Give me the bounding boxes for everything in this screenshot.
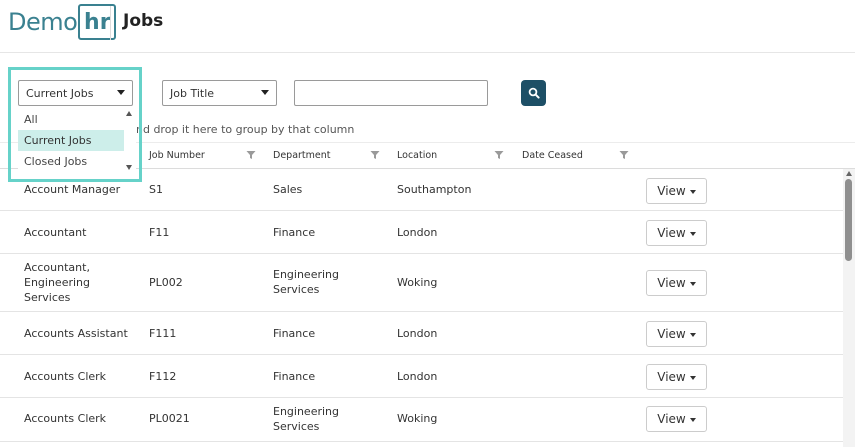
cell-department: Finance bbox=[273, 327, 316, 340]
cell-job-title: Accountant, Engineering Services bbox=[24, 261, 90, 304]
search-input[interactable] bbox=[294, 80, 488, 106]
filter-icon[interactable] bbox=[370, 150, 380, 160]
search-icon bbox=[528, 87, 540, 99]
group-by-hint: nd drop it here to group by that column bbox=[136, 123, 355, 136]
cell-department: Engineering Services bbox=[273, 268, 339, 296]
cell-job-title: Accounts Assistant bbox=[24, 327, 128, 340]
cell-job-number: F111 bbox=[149, 327, 177, 340]
caret-down-icon bbox=[689, 375, 696, 380]
view-button[interactable]: View bbox=[646, 406, 707, 432]
cell-location: London bbox=[397, 370, 438, 383]
page-title: Jobs bbox=[123, 11, 164, 31]
caret-down-icon bbox=[261, 90, 269, 95]
column-header-location[interactable]: Location bbox=[397, 150, 437, 161]
cell-department: Engineering Services bbox=[273, 405, 339, 433]
view-button[interactable]: View bbox=[646, 178, 707, 204]
view-button[interactable]: View bbox=[646, 321, 707, 347]
caret-down-icon bbox=[689, 231, 696, 236]
scroll-up-arrow-icon[interactable] bbox=[126, 111, 132, 116]
cell-job-title: Account Manager bbox=[24, 183, 121, 196]
caret-down-icon bbox=[689, 417, 696, 422]
filter-icon[interactable] bbox=[619, 150, 629, 160]
cell-location: Southampton bbox=[397, 183, 472, 196]
column-header-job-number[interactable]: Job Number bbox=[149, 150, 205, 161]
caret-down-icon bbox=[689, 332, 696, 337]
view-button[interactable]: View bbox=[646, 270, 707, 296]
search-field-value: Job Title bbox=[170, 86, 215, 100]
cell-job-number: S1 bbox=[149, 183, 163, 196]
cell-department: Sales bbox=[273, 183, 303, 196]
cell-job-number: PL0021 bbox=[149, 412, 190, 425]
option-closed-jobs[interactable]: Closed Jobs bbox=[18, 151, 124, 172]
cell-job-title: Accountant bbox=[24, 226, 87, 239]
scroll-up-arrow-icon[interactable] bbox=[846, 171, 852, 176]
demohr-logo[interactable]: Demo hr bbox=[8, 4, 117, 40]
table-row[interactable]: Accounts Clerk PL0021 Engineering Servic… bbox=[0, 398, 843, 442]
view-label: View bbox=[657, 412, 686, 426]
cell-job-number: F11 bbox=[149, 226, 170, 239]
column-header-date-ceased[interactable]: Date Ceased bbox=[522, 150, 583, 161]
cell-job-title: Accounts Clerk bbox=[24, 412, 107, 425]
view-button[interactable]: View bbox=[646, 220, 707, 246]
header-divider bbox=[110, 6, 111, 40]
cell-job-title: Accounts Clerk bbox=[24, 370, 107, 383]
caret-down-icon bbox=[689, 189, 696, 194]
view-label: View bbox=[657, 184, 686, 198]
app-header: Demo hr Jobs bbox=[0, 0, 855, 53]
logo-text-hr: hr bbox=[84, 9, 111, 35]
cell-location: London bbox=[397, 327, 438, 340]
cell-department: Finance bbox=[273, 226, 316, 239]
search-field-select[interactable]: Job Title bbox=[162, 80, 277, 106]
cell-job-number: PL002 bbox=[149, 276, 183, 289]
column-header-department[interactable]: Department bbox=[273, 150, 331, 161]
filter-icon[interactable] bbox=[246, 150, 256, 160]
job-status-select[interactable]: Current Jobs bbox=[18, 80, 133, 106]
table-row[interactable]: Accountant F11 Finance London View bbox=[0, 211, 843, 254]
scrollbar-thumb[interactable] bbox=[845, 179, 852, 261]
cell-location: Woking bbox=[397, 412, 438, 425]
cell-location: Woking bbox=[397, 276, 438, 289]
logo-text-demo: Demo bbox=[8, 8, 78, 36]
search-button[interactable] bbox=[521, 80, 546, 106]
view-label: View bbox=[657, 327, 686, 341]
view-label: View bbox=[657, 276, 686, 290]
table-row[interactable]: Accountant, Engineering Services PL002 E… bbox=[0, 254, 843, 312]
table-row[interactable]: Accounts Clerk F112 Finance London View bbox=[0, 355, 843, 398]
cell-job-number: F112 bbox=[149, 370, 177, 383]
caret-down-icon bbox=[689, 281, 696, 286]
cell-location: London bbox=[397, 226, 438, 239]
view-label: View bbox=[657, 370, 686, 384]
view-button[interactable]: View bbox=[646, 364, 707, 390]
view-label: View bbox=[657, 226, 686, 240]
table-row[interactable]: Accounts Assistant F111 Finance London V… bbox=[0, 312, 843, 355]
filter-icon[interactable] bbox=[494, 150, 504, 160]
option-current-jobs[interactable]: Current Jobs bbox=[18, 130, 124, 151]
job-status-dropdown-list[interactable]: All Current Jobs Closed Jobs bbox=[18, 109, 136, 176]
option-all[interactable]: All bbox=[18, 109, 124, 130]
scroll-down-arrow-icon[interactable] bbox=[126, 165, 132, 170]
cell-department: Finance bbox=[273, 370, 316, 383]
job-status-value: Current Jobs bbox=[26, 86, 94, 100]
caret-down-icon bbox=[117, 90, 125, 95]
table-scrollbar[interactable] bbox=[843, 169, 855, 447]
